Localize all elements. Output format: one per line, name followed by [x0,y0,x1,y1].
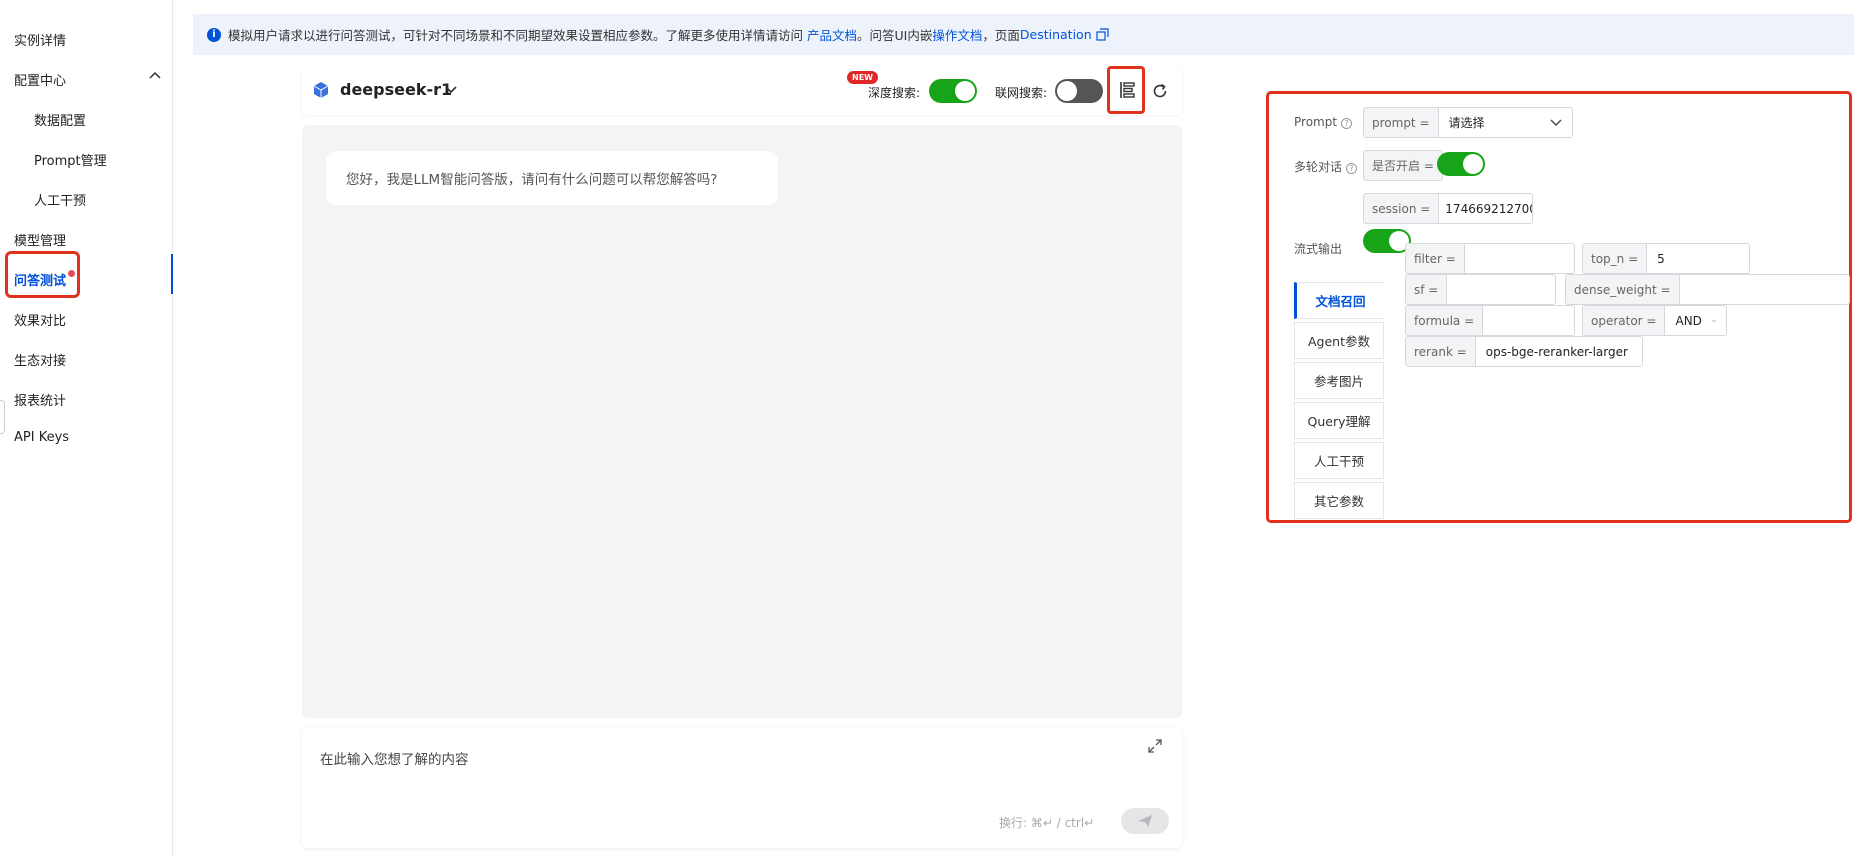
settings-panel-button[interactable] [1107,66,1145,114]
chevron-down-icon [1712,319,1716,322]
formula-field[interactable]: formula = [1405,305,1575,336]
session-prefix: session = [1364,194,1440,223]
prompt-prefix: prompt = [1364,108,1439,137]
sidebar-item-ecosystem[interactable]: 生态对接 [14,350,66,369]
outline-panel-icon [1120,82,1135,98]
filter-field[interactable]: filter = [1405,243,1575,274]
session-value[interactable]: 1746692127000 [1439,194,1532,223]
help-icon[interactable]: ? [1341,118,1353,129]
sidebar-item-data-config[interactable]: 数据配置 [34,110,86,129]
rerank-value: ops-bge-reranker-larger [1485,344,1628,359]
multiturn-toggle[interactable] [1437,152,1485,176]
send-button[interactable] [1121,808,1169,834]
dense-weight-value[interactable] [1680,275,1849,304]
rerank-select[interactable]: rerank = ops-bge-reranker-larger [1405,336,1643,367]
tab-other-params[interactable]: 其它参数 [1294,482,1384,519]
dense-weight-prefix: dense_weight = [1566,275,1680,304]
tab-doc-recall[interactable]: 文档召回 [1294,282,1384,319]
notice-text: 模拟用户请求以进行问答测试，可针对不同场景和不同期望效果设置相应参数。了解更多使… [228,28,804,43]
operator-prefix: operator = [1583,306,1666,335]
send-icon [1138,815,1152,827]
destination-link[interactable]: Destination [1020,27,1092,42]
web-search-label: 联网搜索: [995,86,1048,100]
top-n-prefix: top_n = [1583,244,1648,273]
toggle-knob [1463,154,1483,174]
sf-value[interactable] [1447,275,1555,304]
tab-reference-images[interactable]: 参考图片 [1294,362,1384,399]
operator-value: AND [1675,313,1702,328]
info-notice: i 模拟用户请求以进行问答测试，可针对不同场景和不同期望效果设置相应参数。了解更… [193,14,1854,55]
product-docs-link[interactable]: 产品文档 [807,25,857,44]
sidebar-item-report-stats[interactable]: 报表统计 [14,390,66,409]
prompt-value: 请选择 [1448,116,1485,130]
chevron-down-icon[interactable] [444,85,458,95]
sidebar-collapse-handle[interactable] [0,400,5,434]
rerank-prefix: rerank = [1406,337,1476,366]
web-search-toggle[interactable] [1055,79,1103,103]
formula-value[interactable] [1483,306,1574,335]
tab-query-understanding[interactable]: Query理解 [1294,402,1384,439]
tab-agent-params[interactable]: Agent参数 [1294,322,1384,359]
sidebar-item-api-keys[interactable]: API Keys [14,430,69,445]
sidebar-item-model-management[interactable]: 模型管理 [14,230,66,249]
highlight-box [5,251,80,298]
dense-weight-field[interactable]: dense_weight = [1565,274,1850,305]
operator-select[interactable]: operator = AND [1582,305,1727,336]
sidebar-item-instance-details[interactable]: 实例详情 [14,30,66,49]
notice-text-3: ，页面 [982,28,1020,43]
newline-hint: 换行: ⌘↵ / ctrl↵ [999,816,1095,830]
sidebar-item-prompt-management[interactable]: Prompt管理 [34,150,107,169]
sf-prefix: sf = [1406,275,1448,304]
sidebar: 实例详情 配置中心 数据配置 Prompt管理 人工干预 模型管理 问答测试 效… [0,0,173,856]
prompt-label-text: Prompt [1294,115,1338,129]
sidebar-item-manual-intervention[interactable]: 人工干预 [34,190,86,209]
filter-value[interactable] [1465,244,1574,273]
toggle-knob [1057,81,1077,101]
param-tabs: 文档召回 Agent参数 参考图片 Query理解 人工干预 其它参数 [1294,282,1384,519]
prompt-label: Prompt? [1294,115,1353,129]
sf-field[interactable]: sf = [1405,274,1556,305]
filter-prefix: filter = [1406,244,1465,273]
multiturn-prefix: 是否开启 = [1363,150,1443,181]
stream-label: 流式输出 [1294,242,1343,256]
help-icon[interactable]: ? [1346,163,1358,174]
formula-prefix: formula = [1406,306,1484,335]
new-badge: NEW [847,71,878,84]
refresh-icon[interactable] [1151,82,1169,100]
chat-header: deepseek-r1 NEW 深度搜索: 联网搜索: [302,66,1182,115]
expand-icon[interactable] [1147,738,1163,754]
tab-manual-intervention[interactable]: 人工干预 [1294,442,1384,479]
model-selector[interactable]: deepseek-r1 [340,80,452,99]
chevron-up-icon[interactable] [148,70,162,80]
deep-search-toggle[interactable] [929,79,977,103]
active-indicator [171,254,173,294]
info-icon: i [207,27,221,42]
session-field[interactable]: session = 1746692127000 [1363,193,1533,224]
cube-icon [313,82,329,98]
toggle-knob [955,81,975,101]
sidebar-item-effect-compare[interactable]: 效果对比 [14,310,66,329]
message-input[interactable]: 在此输入您想了解的内容 [320,748,469,768]
assistant-greeting: 您好，我是LLM智能问答版，请问有什么问题可以帮您解答吗? [326,151,778,205]
settings-panel: Prompt? prompt = 请选择 多轮对话? 是否开启 = sessio… [1266,91,1852,523]
message-input-area[interactable]: 在此输入您想了解的内容 换行: ⌘↵ / ctrl↵ [302,728,1182,848]
external-link-icon[interactable] [1096,28,1109,41]
stream-toggle[interactable] [1363,229,1411,253]
top-n-value[interactable]: 5 [1647,244,1749,273]
operation-docs-link[interactable]: 操作文档 [932,25,982,44]
chevron-down-icon [1550,119,1562,126]
sidebar-item-config-center[interactable]: 配置中心 [14,70,66,89]
prompt-select[interactable]: prompt = 请选择 [1363,107,1573,138]
deep-search-label: 深度搜索: [868,86,921,100]
notice-text-2: 。问答UI内嵌 [857,28,933,43]
multiturn-label: 多轮对话? [1294,158,1358,175]
multiturn-label-text: 多轮对话 [1294,160,1343,174]
chat-body: 您好，我是LLM智能问答版，请问有什么问题可以帮您解答吗? [302,125,1182,718]
top-n-field[interactable]: top_n = 5 [1582,243,1750,274]
